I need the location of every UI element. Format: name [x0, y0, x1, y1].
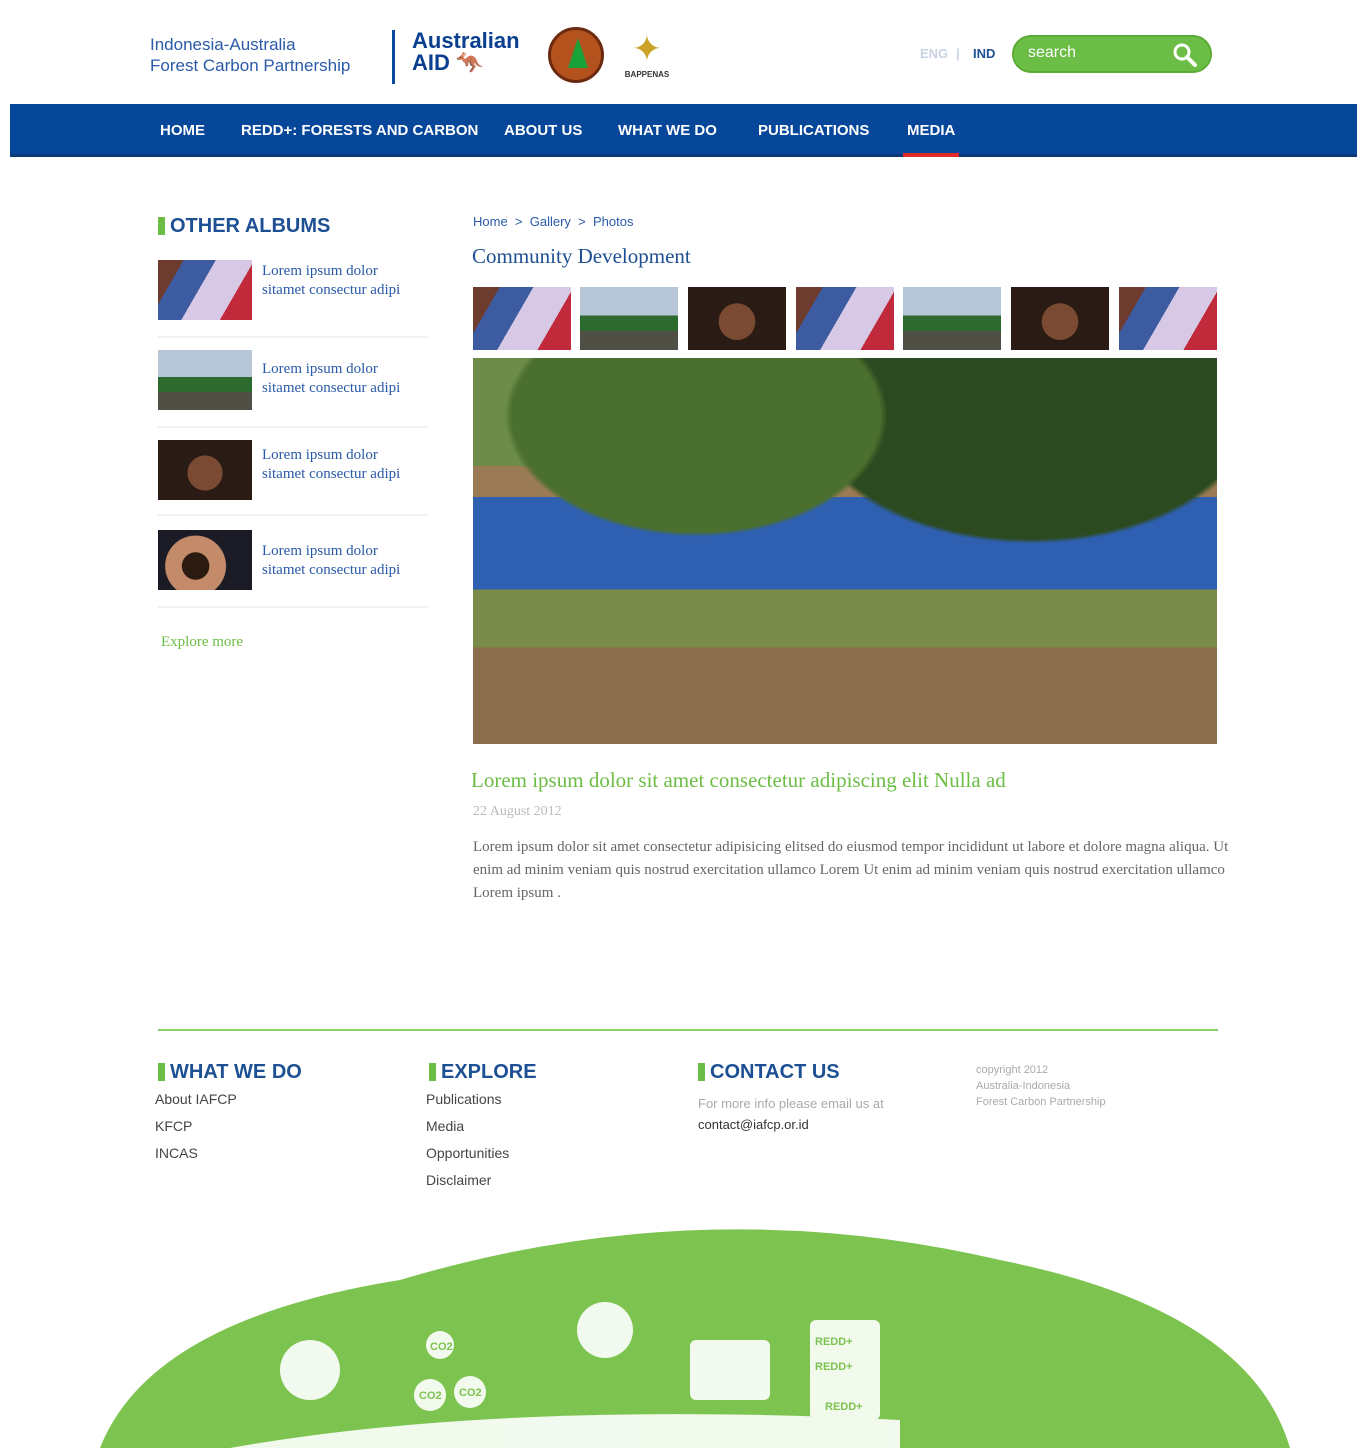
gallery-thumbnail[interactable]: [580, 287, 678, 350]
article-date: 22 August 2012: [473, 804, 562, 819]
lang-ind[interactable]: IND: [973, 46, 995, 61]
main-nav: HOME REDD+: FORESTS AND CARBON ABOUT US …: [10, 104, 1357, 157]
nav-about[interactable]: ABOUT US: [504, 122, 582, 139]
breadcrumb-home[interactable]: Home: [473, 214, 508, 229]
divider: [392, 30, 395, 84]
explore-more-link[interactable]: Explore more: [161, 634, 243, 651]
footer-what-heading: WHAT WE DO: [158, 1062, 302, 1082]
footer-link[interactable]: Publications: [426, 1086, 509, 1113]
footer-explore-heading: EXPLORE: [429, 1062, 537, 1082]
ministry-forestry-seal: [548, 27, 604, 83]
gallery-thumbnail[interactable]: [1011, 287, 1109, 350]
copyright: copyright 2012 Australia-Indonesia Forest …: [976, 1064, 1106, 1108]
album-item[interactable]: Lorem ipsum dolor sitamet consectur adipi: [158, 528, 428, 608]
footer-link[interactable]: Media: [426, 1113, 509, 1140]
gallery-thumbnail[interactable]: [473, 287, 571, 350]
gallery-thumbnail[interactable]: [688, 287, 786, 350]
redd-label: REDD+: [815, 1336, 853, 1348]
footer-contact-heading: CONTACT US: [698, 1062, 840, 1082]
album-item[interactable]: Lorem ipsum dolor sitamet consectur adipi: [158, 258, 428, 338]
article-title: Lorem ipsum dolor sit amet consectetur a…: [471, 768, 1006, 792]
co2-label: CO2: [419, 1390, 442, 1402]
gallery-thumbnail[interactable]: [796, 287, 894, 350]
australian-aid-logo: Australian AID 🦘: [412, 28, 520, 75]
album-title: Community Development: [472, 244, 691, 268]
partnership-logo[interactable]: Indonesia-Australia Forest Carbon Partner…: [150, 34, 350, 76]
album-thumbnail[interactable]: [158, 530, 252, 590]
footer-divider: [158, 1029, 1218, 1031]
album-thumbnail[interactable]: [158, 260, 252, 320]
lang-eng[interactable]: ENG: [920, 46, 948, 61]
nav-home[interactable]: HOME: [160, 122, 205, 139]
nav-what-we-do[interactable]: WHAT WE DO: [618, 122, 717, 139]
search-input[interactable]: search: [1012, 35, 1212, 73]
footer-link[interactable]: About IAFCP: [155, 1086, 237, 1113]
breadcrumb-photos[interactable]: Photos: [593, 214, 633, 229]
album-item[interactable]: Lorem ipsum dolor sitamet consectur adipi: [158, 348, 428, 428]
main-photo: [473, 358, 1217, 744]
redd-label: REDD+: [825, 1401, 863, 1413]
nav-publications[interactable]: PUBLICATIONS: [758, 122, 869, 139]
nav-redd[interactable]: REDD+: FORESTS AND CARBON: [241, 122, 478, 139]
album-thumbnail[interactable]: [158, 440, 252, 500]
search-icon[interactable]: [1172, 42, 1198, 68]
co2-label: CO2: [430, 1341, 453, 1353]
bappenas-logo: ✦ BAPPENAS: [624, 28, 670, 79]
redd-label: REDD+: [815, 1361, 853, 1373]
forest-illustration: CO2 CO2 CO2 REDD+ REDD+ REDD+: [100, 1229, 1290, 1448]
gallery-thumbnail[interactable]: [903, 287, 1001, 350]
footer-link[interactable]: INCAS: [155, 1140, 237, 1167]
footer-link[interactable]: Opportunities: [426, 1140, 509, 1167]
album-item[interactable]: Lorem ipsum dolor sitamet consectur adipi: [158, 438, 428, 516]
nav-media[interactable]: MEDIA: [902, 122, 960, 157]
album-thumbnail[interactable]: [158, 350, 252, 410]
other-albums-heading: OTHER ALBUMS: [158, 216, 330, 236]
footer-link[interactable]: KFCP: [155, 1113, 237, 1140]
lang-separator: |: [956, 46, 960, 61]
co2-label: CO2: [459, 1387, 482, 1399]
gallery-thumbnail[interactable]: [1119, 287, 1217, 350]
article-body: Lorem ipsum dolor sit amet consectetur a…: [473, 839, 1229, 901]
breadcrumb-gallery[interactable]: Gallery: [530, 214, 571, 229]
kangaroo-icon: 🦘: [456, 50, 484, 75]
contact-email-link[interactable]: contact@iafcp.or.id: [698, 1117, 809, 1132]
contact-text: For more info please email us at: [698, 1096, 884, 1111]
breadcrumb: Home > Gallery > Photos: [473, 214, 634, 229]
